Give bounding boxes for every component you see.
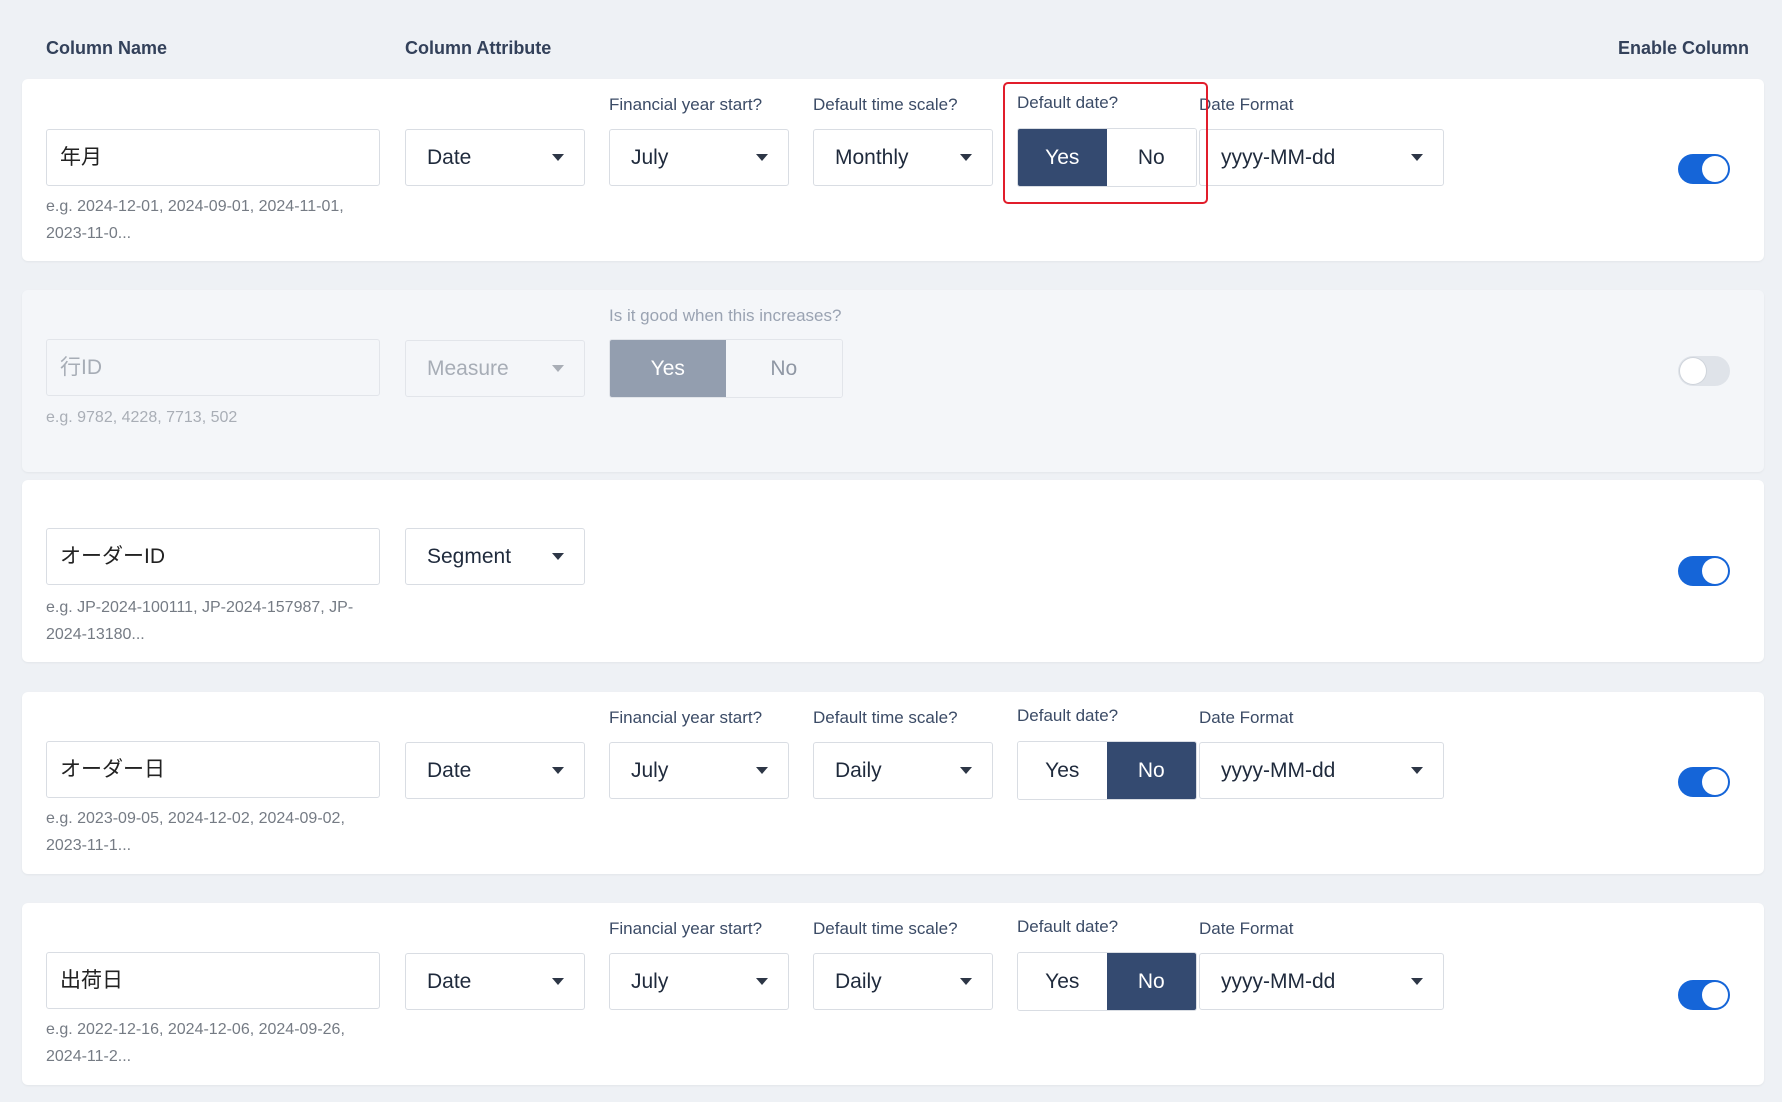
example-values: e.g. 2024-12-01, 2024-09-01, 2024-11-01,… — [46, 198, 344, 242]
select-value: Date — [427, 759, 472, 782]
time-scale-label: Default time scale? — [813, 919, 958, 938]
default-date-no-button[interactable]: No — [1106, 742, 1196, 799]
select-value: Date — [427, 970, 472, 993]
date-format-select[interactable]: yyyy-MM-dd — [1199, 953, 1444, 1010]
good-increase-label: Is it good when this increases? — [609, 306, 842, 325]
example-values: e.g. 9782, 4228, 7713, 502 — [46, 409, 238, 426]
time-scale-label: Default time scale? — [813, 708, 958, 727]
caret-down-icon — [1411, 767, 1423, 774]
select-value: Daily — [835, 970, 882, 993]
select-value: July — [631, 970, 669, 993]
caret-down-icon — [1411, 154, 1423, 161]
good-increase-no-button[interactable]: No — [725, 340, 842, 397]
column-row-order-date: オーダー日 e.g. 2023-09-05, 2024-12-02, 2024-… — [22, 692, 1764, 874]
caret-down-icon — [756, 767, 768, 774]
example-values: e.g. 2022-12-16, 2024-12-06, 2024-09-26,… — [46, 1021, 345, 1065]
default-date-label: Default date? — [1017, 706, 1119, 725]
select-value: yyyy-MM-dd — [1221, 759, 1336, 782]
default-date-yes-button[interactable]: Yes — [1018, 742, 1107, 799]
default-date-yes-button[interactable]: Yes — [1018, 129, 1107, 186]
date-format-label: Date Format — [1199, 708, 1294, 727]
caret-down-icon — [552, 978, 564, 985]
header-enable-column: Enable Column — [1618, 38, 1750, 58]
enable-column-switch[interactable] — [1678, 767, 1730, 797]
financial-year-label: Financial year start? — [609, 919, 763, 938]
financial-year-select[interactable]: July — [609, 129, 789, 186]
default-date-toggle: Yes No — [1017, 741, 1197, 800]
time-scale-select[interactable]: Monthly — [813, 129, 993, 186]
date-format-select[interactable]: yyyy-MM-dd — [1199, 742, 1444, 799]
default-date-toggle: Yes No — [1017, 952, 1197, 1011]
example-values: e.g. 2023-09-05, 2024-12-02, 2024-09-02,… — [46, 810, 345, 854]
enable-column-switch[interactable] — [1678, 154, 1730, 184]
switch-knob — [1680, 358, 1706, 384]
column-row-date-yearmonth: 年月 e.g. 2024-12-01, 2024-09-01, 2024-11-… — [22, 79, 1764, 261]
default-date-yes-button[interactable]: Yes — [1018, 953, 1107, 1010]
caret-down-icon — [960, 978, 972, 985]
switch-knob — [1702, 769, 1728, 795]
enable-column-switch[interactable] — [1678, 356, 1730, 386]
select-value: yyyy-MM-dd — [1221, 146, 1336, 169]
caret-down-icon — [1411, 978, 1423, 985]
financial-year-label: Financial year start? — [609, 95, 763, 114]
select-value: Monthly — [835, 146, 909, 169]
good-increase-toggle: Yes No — [609, 339, 843, 398]
date-format-label: Date Format — [1199, 95, 1294, 114]
select-value: Segment — [427, 545, 512, 568]
column-settings-page: Column Name Column Attribute Enable Colu… — [0, 0, 1782, 1102]
caret-down-icon — [552, 154, 564, 161]
date-format-select[interactable]: yyyy-MM-dd — [1199, 129, 1444, 186]
financial-year-label: Financial year start? — [609, 708, 763, 727]
default-date-toggle: Yes No — [1017, 128, 1197, 187]
switch-knob — [1702, 982, 1728, 1008]
caret-down-icon — [960, 767, 972, 774]
select-value: Daily — [835, 759, 882, 782]
default-date-no-button[interactable]: No — [1106, 953, 1196, 1010]
caret-down-icon — [960, 154, 972, 161]
column-name-input[interactable]: 行ID — [46, 339, 380, 396]
time-scale-select[interactable]: Daily — [813, 742, 993, 799]
time-scale-select[interactable]: Daily — [813, 953, 993, 1010]
column-attribute-select[interactable]: Measure — [405, 340, 585, 397]
column-name-input[interactable]: 出荷日 — [46, 952, 380, 1009]
switch-knob — [1702, 558, 1728, 584]
enable-column-switch[interactable] — [1678, 980, 1730, 1010]
column-row-ship-date: 出荷日 e.g. 2022-12-16, 2024-12-06, 2024-09… — [22, 903, 1764, 1085]
example-values: e.g. JP-2024-100111, JP-2024-157987, JP-… — [46, 599, 354, 643]
select-value: Measure — [427, 357, 509, 380]
column-attribute-select[interactable]: Date — [405, 953, 585, 1010]
column-attribute-select[interactable]: Date — [405, 129, 585, 186]
date-format-label: Date Format — [1199, 919, 1294, 938]
column-name-input[interactable]: オーダーID — [46, 528, 380, 585]
switch-knob — [1702, 156, 1728, 182]
column-name-input[interactable]: 年月 — [46, 129, 380, 186]
select-value: July — [631, 146, 669, 169]
select-value: Date — [427, 146, 472, 169]
time-scale-label: Default time scale? — [813, 95, 958, 114]
select-value: July — [631, 759, 669, 782]
enable-column-switch[interactable] — [1678, 556, 1730, 586]
column-row-segment: オーダーID e.g. JP-2024-100111, JP-2024-1579… — [22, 480, 1764, 662]
column-attribute-select[interactable]: Date — [405, 742, 585, 799]
caret-down-icon — [756, 978, 768, 985]
financial-year-select[interactable]: July — [609, 953, 789, 1010]
financial-year-select[interactable]: July — [609, 742, 789, 799]
caret-down-icon — [552, 365, 564, 372]
header-column-attribute: Column Attribute — [405, 38, 552, 58]
default-date-label: Default date? — [1017, 917, 1119, 936]
caret-down-icon — [552, 767, 564, 774]
default-date-label: Default date? — [1017, 93, 1119, 112]
column-row-measure: 行ID e.g. 9782, 4228, 7713, 502 Measure I… — [22, 290, 1764, 472]
select-value: yyyy-MM-dd — [1221, 970, 1336, 993]
header-column-name: Column Name — [46, 38, 168, 58]
default-date-no-button[interactable]: No — [1106, 129, 1196, 186]
good-increase-yes-button[interactable]: Yes — [610, 340, 726, 397]
caret-down-icon — [756, 154, 768, 161]
caret-down-icon — [552, 553, 564, 560]
column-name-input[interactable]: オーダー日 — [46, 741, 380, 798]
column-attribute-select[interactable]: Segment — [405, 528, 585, 585]
